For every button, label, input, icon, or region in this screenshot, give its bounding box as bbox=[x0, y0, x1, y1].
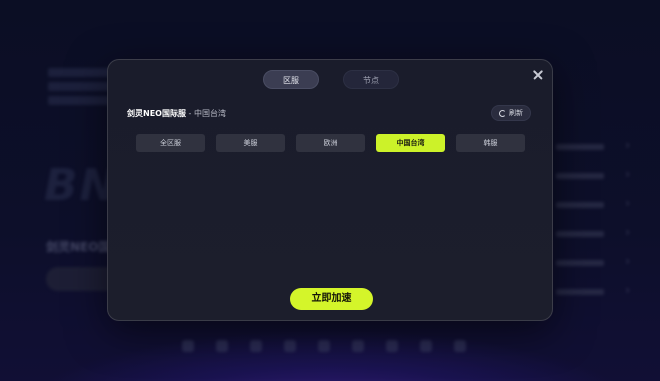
server-select-dialog: 区服 节点 剑灵NEO国际服 - 中国台湾 刷新 全区服 美服 欧洲 中国台湾 … bbox=[107, 59, 553, 321]
refresh-icon bbox=[499, 109, 506, 117]
selected-game-info: 剑灵NEO国际服 - 中国台湾 bbox=[127, 108, 226, 119]
region-eu[interactable]: 欧洲 bbox=[296, 134, 365, 152]
background-side-list bbox=[556, 138, 636, 318]
tab-server[interactable]: 区服 bbox=[263, 70, 319, 89]
region-all[interactable]: 全区服 bbox=[136, 134, 205, 152]
dialog-tabs: 区服 节点 bbox=[263, 70, 399, 89]
close-icon[interactable] bbox=[530, 67, 546, 83]
region-kr[interactable]: 韩服 bbox=[456, 134, 525, 152]
region-us[interactable]: 美服 bbox=[216, 134, 285, 152]
accelerate-button[interactable]: 立即加速 bbox=[290, 288, 373, 310]
background-dock bbox=[182, 340, 482, 356]
region-list: 全区服 美服 欧洲 中国台湾 韩服 bbox=[136, 134, 525, 152]
refresh-label: 刷新 bbox=[509, 109, 523, 117]
region-taiwan[interactable]: 中国台湾 bbox=[376, 134, 445, 152]
selected-region-text: 中国台湾 bbox=[193, 109, 226, 118]
separator: - bbox=[185, 109, 194, 118]
game-name: 剑灵NEO国际服 bbox=[127, 109, 186, 118]
refresh-button[interactable]: 刷新 bbox=[491, 105, 531, 121]
tab-node[interactable]: 节点 bbox=[343, 70, 399, 89]
